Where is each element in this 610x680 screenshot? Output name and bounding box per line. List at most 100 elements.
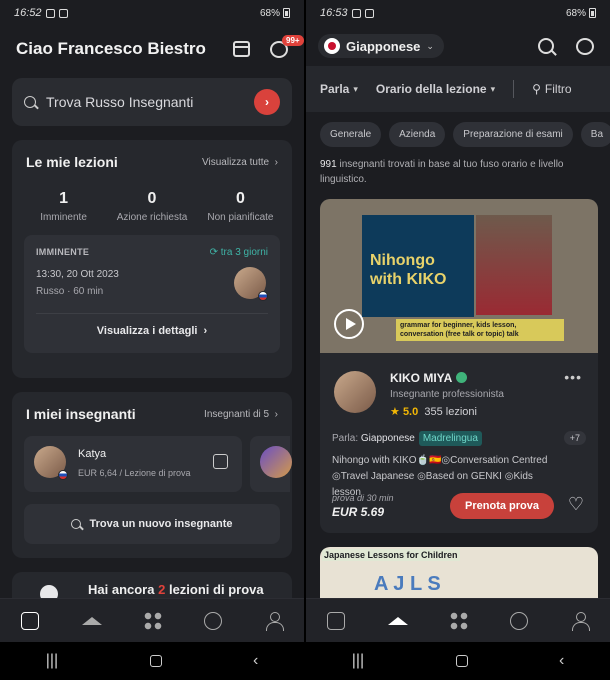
my-lessons-card: Le mie lezioni Visualizza tutte › 1 Immin… <box>12 140 292 378</box>
upcoming-lesson-card[interactable]: IMMINENTE ⟳ tra 3 giorni 13:30, 20 Ott 2… <box>24 235 280 353</box>
chat-icon[interactable]: 99+ <box>270 34 304 58</box>
battery-percent: 68% <box>259 7 280 19</box>
book-trial-button[interactable]: Prenota prova <box>450 493 554 519</box>
status-bar: 16:52 68% <box>0 0 304 26</box>
nav-lessons-icon[interactable] <box>327 611 346 630</box>
teacher-result-card[interactable]: Nihongo with KIKO grammar for beginner, … <box>320 199 598 533</box>
japan-flag-icon <box>324 38 340 54</box>
video-title: Nihongo with KIKO <box>370 252 447 289</box>
trial-text: Hai ancora 2 lezioni di prova <box>88 582 264 597</box>
search-header: Giapponese ⌄ <box>306 26 610 62</box>
view-all-link[interactable]: Visualizza tutte › <box>202 157 278 168</box>
search-go-button[interactable]: › <box>254 89 280 115</box>
teacher-name: Katya <box>78 448 107 460</box>
my-lessons-title: Le mie lezioni <box>26 154 118 170</box>
video-person-image <box>476 215 552 315</box>
notification-icon <box>351 8 361 18</box>
speaks-filter[interactable]: Parla ▾ <box>320 82 358 96</box>
my-teachers-title: I miei insegnanti <box>26 406 136 422</box>
nav-profile-icon[interactable] <box>571 611 590 631</box>
favorite-heart-icon[interactable]: ♡ <box>568 495 584 513</box>
filter-button[interactable]: ⚲ Filtro <box>532 82 571 96</box>
stat-upcoming[interactable]: 1 Imminente <box>20 190 107 223</box>
nav-planet-icon[interactable] <box>510 611 529 630</box>
divider <box>36 313 268 314</box>
bottom-navigation <box>306 598 610 642</box>
upcoming-countdown: ⟳ tra 3 giorni <box>209 247 268 258</box>
language-selector[interactable]: Giapponese ⌄ <box>318 34 444 58</box>
filter-icon: ⚲ <box>532 82 541 96</box>
notification-icon <box>45 8 55 18</box>
nav-planet-icon[interactable] <box>204 611 223 630</box>
intro-video[interactable]: Nihongo with KIKO grammar for beginner, … <box>320 199 598 353</box>
phone-right-screen: 16:53 68% Giapponese ⌄ Parla ▾ Orario del… <box>306 0 610 680</box>
status-time: 16:52 <box>14 7 42 19</box>
teacher-avatar <box>34 446 68 480</box>
greeting-title: Ciao Francesco Biestro <box>16 39 206 58</box>
stat-action-required[interactable]: 0 Azione richiesta <box>108 190 195 223</box>
search-icon[interactable] <box>538 38 554 54</box>
nav-graduation-cap-icon[interactable] <box>81 616 102 625</box>
flag-icon <box>258 291 268 301</box>
verified-icon <box>456 372 468 383</box>
results-summary: 991 insegnanti trovati in base al tuo fu… <box>320 159 564 185</box>
native-badge: Madrelingua <box>418 431 482 446</box>
more-options-icon[interactable]: ••• <box>564 369 582 385</box>
system-navigation: ||| ‹ <box>306 642 610 680</box>
teacher-card[interactable]: Katya EUR 6,64 / Lezione di prova <box>24 436 242 492</box>
calendar-icon[interactable] <box>233 41 250 57</box>
video-banner: Japanese Lessons for Children <box>322 549 460 561</box>
lesson-time-filter[interactable]: Orario della lezione ▾ <box>376 82 495 96</box>
status-time: 16:53 <box>320 7 348 19</box>
teacher-card[interactable] <box>250 436 292 492</box>
category-chips: Generale Azienda Preparazione di esami B… <box>306 112 610 147</box>
lesson-stats: 1 Imminente 0 Azione richiesta 0 Non pianif… <box>12 170 292 223</box>
back-icon[interactable]: ‹ <box>559 652 564 670</box>
filter-bar: Parla ▾ Orario della lezione ▾ ⚲ Filtro <box>306 66 610 112</box>
play-icon[interactable] <box>334 309 364 339</box>
system-navigation: ||| ‹ <box>0 642 304 680</box>
nav-profile-icon[interactable] <box>265 611 284 631</box>
battery-icon <box>589 8 596 18</box>
chip-more[interactable]: Ba <box>580 122 610 147</box>
nav-apps-grid-icon[interactable] <box>143 611 162 630</box>
nav-graduation-cap-icon[interactable] <box>387 616 408 625</box>
view-details-button[interactable]: Visualizza i dettagli › <box>24 325 280 337</box>
status-bar: 16:53 68% <box>306 0 610 26</box>
chip-exam-prep[interactable]: Preparazione di esami <box>453 122 573 147</box>
nav-lessons-icon[interactable] <box>21 611 40 630</box>
search-icon <box>71 519 82 529</box>
trial-price: EUR 5.69 <box>332 505 385 519</box>
phone-left-screen: 16:52 68% Ciao Francesco Biestro 99+ Tro… <box>0 0 304 680</box>
video-caption: grammar for beginner, kids lesson, conve… <box>396 319 564 342</box>
teachers-count-link[interactable]: Insegnanti di 5 › <box>204 409 278 420</box>
home-icon[interactable] <box>455 655 468 667</box>
recent-apps-icon[interactable]: ||| <box>352 652 364 670</box>
teacher-name[interactable]: KIKO MIYA <box>390 371 468 385</box>
video-logo: A J L S <box>374 573 441 595</box>
teacher-avatar[interactable] <box>334 371 376 413</box>
more-languages-badge[interactable]: +7 <box>563 431 586 445</box>
chip-general[interactable]: Generale <box>320 122 382 147</box>
language-label: Giapponese <box>346 38 421 54</box>
recent-apps-icon[interactable]: ||| <box>46 652 58 670</box>
chip-business[interactable]: Azienda <box>389 122 446 147</box>
find-new-teacher-button[interactable]: Trova un nuovo insegnante <box>24 504 280 544</box>
divider <box>513 80 515 98</box>
bottom-navigation <box>0 598 304 642</box>
teacher-role: Insegnante professionista <box>390 389 504 400</box>
chat-badge: 99+ <box>282 34 304 46</box>
back-icon[interactable]: ‹ <box>253 652 258 670</box>
teacher-search-bar[interactable]: Trova Russo Insegnanti › <box>12 78 292 126</box>
chat-icon[interactable] <box>576 37 594 55</box>
lesson-subject: Russo · 60 min <box>36 286 104 297</box>
star-icon: ★ <box>390 406 400 418</box>
battery-percent: 68% <box>565 7 586 19</box>
notification-icon <box>58 8 68 18</box>
search-placeholder: Trova Russo Insegnanti <box>46 94 194 110</box>
chevron-down-icon: ⌄ <box>426 40 434 51</box>
calendar-add-icon[interactable] <box>213 454 228 469</box>
nav-apps-grid-icon[interactable] <box>449 611 468 630</box>
home-icon[interactable] <box>149 655 162 667</box>
stat-unscheduled[interactable]: 0 Non pianificate <box>197 190 284 223</box>
